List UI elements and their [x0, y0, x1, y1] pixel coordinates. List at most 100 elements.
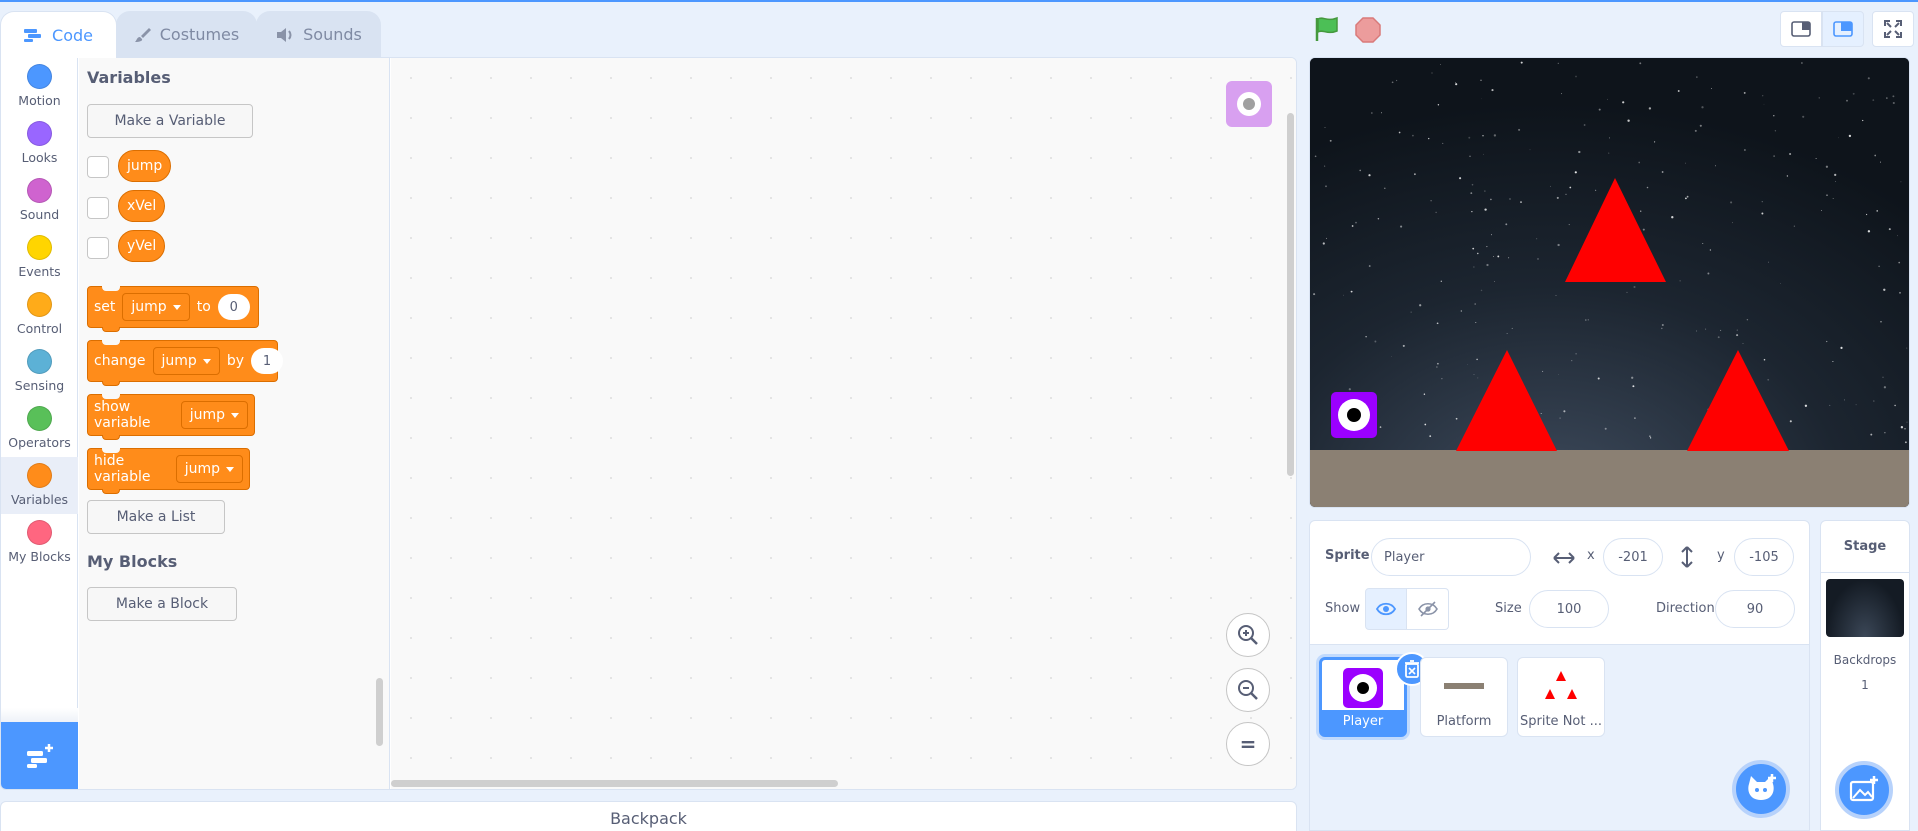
sprite-name-input[interactable]: Player: [1371, 538, 1531, 576]
category-operators[interactable]: Operators: [1, 400, 78, 457]
show-sprite-button[interactable]: [1365, 588, 1407, 630]
normal-stage-icon: [1833, 21, 1853, 37]
add-sprite-button[interactable]: [1732, 760, 1790, 818]
star: [1627, 119, 1630, 122]
category-sensing[interactable]: Sensing: [1, 343, 78, 400]
small-stage-button[interactable]: [1780, 11, 1822, 47]
sprite-tile-player[interactable]: Player: [1319, 652, 1429, 737]
category-control[interactable]: Control: [1, 286, 78, 343]
stage-canvas[interactable]: [1309, 57, 1910, 508]
sprite-tile-platform[interactable]: Platform: [1420, 657, 1508, 737]
size-input[interactable]: 100: [1529, 590, 1609, 628]
value-input[interactable]: 1: [251, 348, 283, 374]
direction-input[interactable]: 90: [1715, 590, 1795, 628]
variable-dropdown[interactable]: jump: [180, 401, 248, 429]
star: [1475, 322, 1477, 323]
variable-reporter-xvel[interactable]: xVel: [118, 190, 166, 222]
hide-sprite-button[interactable]: [1407, 588, 1449, 630]
zoom-reset-button[interactable]: =: [1226, 722, 1270, 766]
make-block-button[interactable]: Make a Block: [87, 587, 237, 621]
star: [1774, 130, 1777, 132]
category-looks[interactable]: Looks: [1, 115, 78, 172]
zoom-out-button[interactable]: [1226, 668, 1270, 712]
star: [1436, 322, 1439, 325]
star: [1480, 289, 1483, 292]
x-position-input[interactable]: -201: [1603, 538, 1663, 576]
star: [1832, 197, 1834, 200]
tab-costumes-label: Costumes: [159, 25, 240, 44]
category-label: My Blocks: [8, 549, 71, 564]
variable-checkbox-yvel[interactable]: [87, 237, 109, 259]
value-input[interactable]: 0: [217, 294, 250, 320]
star: [1469, 155, 1471, 157]
sprite-tile-spikes[interactable]: Sprite Not ...: [1517, 657, 1605, 737]
star: [1622, 101, 1625, 104]
palette-scrollbar[interactable]: [376, 678, 383, 746]
star: [1480, 79, 1482, 81]
zoom-in-button[interactable]: [1226, 613, 1270, 657]
star: [1483, 153, 1484, 155]
make-list-button[interactable]: Make a List: [87, 500, 225, 534]
star: [1886, 97, 1888, 99]
star: [1419, 304, 1422, 307]
stop-button[interactable]: [1355, 17, 1381, 47]
set-variable-block[interactable]: set jump to 0: [87, 286, 259, 332]
variable-dropdown[interactable]: jump: [175, 455, 243, 483]
category-events[interactable]: Events: [1, 229, 78, 286]
tab-code[interactable]: Code: [0, 11, 117, 58]
brush-icon: [134, 26, 152, 44]
star: [1661, 171, 1664, 173]
star: [1493, 134, 1497, 137]
star: [1377, 217, 1380, 220]
category-variables[interactable]: Variables: [1, 457, 78, 514]
tab-costumes[interactable]: Costumes: [116, 11, 257, 57]
workspace-vertical-scrollbar[interactable]: [1287, 113, 1294, 476]
star: [1391, 81, 1394, 84]
top-accent-line: [0, 0, 1918, 2]
star: [1390, 355, 1392, 357]
star: [1442, 142, 1444, 144]
stop-icon: [1355, 17, 1381, 43]
fullscreen-button[interactable]: [1872, 11, 1914, 47]
change-variable-block[interactable]: change jump by 1: [87, 340, 283, 386]
star: [1876, 210, 1878, 212]
variable-dropdown[interactable]: jump: [152, 347, 220, 375]
star: [1477, 252, 1479, 255]
star: [1381, 112, 1382, 114]
category-sound[interactable]: Sound: [1, 172, 78, 229]
star: [1468, 136, 1471, 139]
star: [1892, 101, 1895, 105]
sprite-thumbnail: [1442, 664, 1486, 708]
dropdown-value: jump: [131, 299, 167, 315]
y-position-input[interactable]: -105: [1734, 538, 1794, 576]
star: [1661, 323, 1664, 327]
tab-sounds[interactable]: Sounds: [256, 11, 381, 57]
variable-reporter-yvel[interactable]: yVel: [118, 230, 166, 262]
star: [1324, 127, 1326, 128]
star: [1744, 149, 1746, 151]
variable-checkbox-xvel[interactable]: [87, 197, 109, 219]
star: [1542, 370, 1544, 372]
backpack-bar[interactable]: Backpack: [0, 801, 1297, 831]
star: [1786, 175, 1789, 177]
variable-dropdown[interactable]: jump: [122, 293, 190, 321]
show-variable-block[interactable]: show variable jump: [87, 394, 255, 440]
green-flag-button[interactable]: [1313, 16, 1341, 46]
star: [1762, 95, 1764, 97]
hide-variable-block[interactable]: hide variable jump: [87, 448, 250, 494]
workspace-horizontal-scrollbar[interactable]: [391, 780, 838, 787]
category-my-blocks[interactable]: My Blocks: [1, 514, 78, 571]
stage-target-pane[interactable]: Stage Backdrops 1: [1820, 520, 1910, 831]
star: [1365, 336, 1367, 338]
block-notch: [102, 394, 120, 399]
star: [1767, 378, 1770, 381]
variable-reporter-jump[interactable]: jump: [118, 150, 172, 182]
add-extension-button[interactable]: [1, 722, 78, 789]
script-workspace[interactable]: =: [391, 58, 1296, 789]
make-variable-button[interactable]: Make a Variable: [87, 104, 253, 138]
add-backdrop-button[interactable]: [1835, 761, 1893, 819]
category-motion[interactable]: Motion: [1, 58, 78, 115]
normal-stage-button[interactable]: [1822, 11, 1864, 47]
variable-checkbox-jump[interactable]: [87, 156, 109, 178]
star: [1634, 417, 1636, 419]
